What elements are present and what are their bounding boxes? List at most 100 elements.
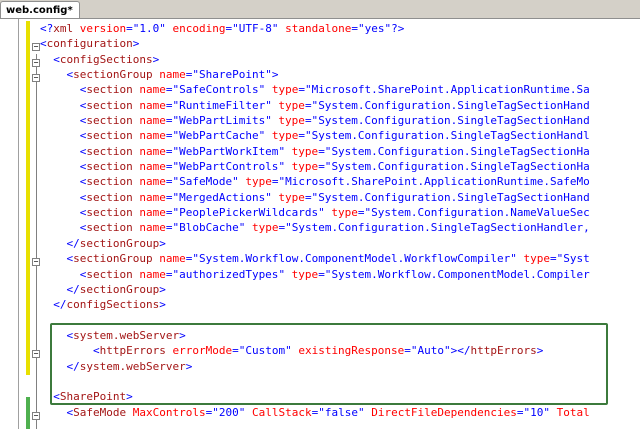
code-token: section bbox=[86, 221, 133, 235]
code-token: System.Configuration.SingleTagSectionHan… bbox=[311, 129, 590, 143]
code-line[interactable]: <configuration> bbox=[40, 36, 590, 51]
code-line[interactable]: <section name="WebPartCache" type="Syste… bbox=[40, 128, 590, 143]
code-token: < bbox=[40, 190, 87, 204]
code-token: section bbox=[86, 160, 133, 174]
code-token: SafeControls bbox=[179, 83, 259, 97]
code-line[interactable]: <section name="WebPartControls" type="Sy… bbox=[40, 159, 590, 174]
code-token: </ bbox=[40, 298, 67, 312]
code-line[interactable]: <section name="RuntimeFilter" type="Syst… bbox=[40, 98, 590, 113]
code-line[interactable]: <sectionGroup name="SharePoint"> bbox=[40, 67, 590, 82]
code-token: < bbox=[40, 206, 87, 220]
code-line[interactable]: <configSections> bbox=[40, 52, 590, 67]
code-token: < bbox=[40, 52, 60, 66]
code-token: =" bbox=[165, 144, 180, 158]
code-token: =" bbox=[165, 98, 180, 112]
code-token: name bbox=[132, 221, 166, 235]
code-token: < bbox=[40, 175, 87, 189]
code-line[interactable]: <?xml version="1.0" encoding="UTF-8" sta… bbox=[40, 21, 590, 36]
code-line[interactable]: </sectionGroup> bbox=[40, 282, 590, 297]
code-token: =" bbox=[516, 405, 531, 419]
code-token: =" bbox=[278, 221, 292, 235]
code-token: configSections bbox=[66, 298, 160, 312]
code-token: < bbox=[40, 160, 87, 174]
collapse-icon[interactable]: − bbox=[32, 74, 40, 82]
code-line[interactable]: <section name="MergedActions" type="Syst… bbox=[40, 190, 590, 205]
code-token: type bbox=[265, 83, 299, 97]
collapse-icon[interactable]: − bbox=[32, 350, 40, 358]
code-token: WebPartControls bbox=[179, 160, 279, 174]
code-line[interactable]: <SafeMode MaxControls="200" CallStack="f… bbox=[40, 405, 589, 420]
code-token: System.Configuration.SingleTagSectionHa bbox=[331, 160, 590, 174]
code-token: </ bbox=[40, 282, 80, 296]
code-token: encoding bbox=[165, 22, 226, 35]
code-token: yes bbox=[364, 22, 385, 35]
code-token: > bbox=[159, 236, 166, 250]
code-token: name bbox=[132, 267, 166, 281]
code-token: "?> bbox=[384, 22, 405, 35]
code-token: =" bbox=[185, 252, 199, 266]
code-token: " bbox=[265, 114, 272, 128]
code-token: sectionGroup bbox=[79, 236, 160, 250]
code-token: 200 bbox=[218, 405, 239, 419]
code-token: type bbox=[285, 267, 319, 281]
change-marker bbox=[26, 397, 30, 429]
code-token: type bbox=[516, 252, 550, 266]
code-token: =" bbox=[165, 114, 180, 128]
code-token: type bbox=[271, 98, 305, 112]
code-line[interactable]: <sectionGroup name="System.Workflow.Comp… bbox=[40, 251, 590, 266]
code-line[interactable]: </configSections> bbox=[40, 297, 590, 312]
code-token: =" bbox=[165, 175, 180, 189]
collapse-icon[interactable]: − bbox=[32, 258, 40, 266]
code-token: System.Workflow.ComponentModel.WorkflowC… bbox=[198, 252, 511, 266]
code-token: < bbox=[40, 98, 87, 112]
code-token: authorizedTypes bbox=[179, 267, 279, 281]
code-line[interactable]: <section name="BlobCache" type="System.C… bbox=[40, 220, 590, 235]
code-line[interactable]: <section name="SafeControls" type="Micro… bbox=[40, 82, 590, 97]
code-token: section bbox=[86, 129, 133, 143]
code-line[interactable]: <section name="WebPartLimits" type="Syst… bbox=[40, 113, 590, 128]
code-token: DirectFileDependencies bbox=[364, 405, 517, 419]
code-token: section bbox=[86, 267, 133, 281]
code-token: type bbox=[285, 144, 319, 158]
code-token: System.Configuration.SingleTagSectionHa bbox=[331, 144, 590, 158]
code-token: " bbox=[357, 405, 365, 419]
code-token: =" bbox=[165, 221, 180, 235]
code-token: =" bbox=[165, 190, 180, 204]
code-line[interactable]: <section name="WebPartWorkItem" type="Sy… bbox=[40, 144, 590, 159]
code-token: =" bbox=[304, 114, 319, 128]
code-line[interactable]: </sectionGroup> bbox=[40, 236, 590, 251]
collapse-icon[interactable]: − bbox=[32, 59, 40, 67]
code-token: name bbox=[132, 114, 166, 128]
code-token: MaxControls bbox=[126, 405, 206, 419]
code-token: standalone bbox=[278, 22, 352, 35]
code-line[interactable]: <section name="authorizedTypes" type="Sy… bbox=[40, 267, 590, 282]
code-token: =" bbox=[318, 267, 332, 281]
code-token: < bbox=[40, 68, 74, 82]
code-editor[interactable]: − − − − − − <?xml version="1.0" encoding… bbox=[0, 18, 640, 429]
code-line[interactable]: <section name="PeoplePickerWildcards" ty… bbox=[40, 205, 590, 220]
code-token: =" bbox=[225, 22, 239, 35]
code-token: " bbox=[510, 252, 517, 266]
code-line[interactable]: <section name="SafeMode" type="Microsoft… bbox=[40, 174, 590, 189]
code-token: =" bbox=[185, 68, 199, 82]
code-token: configuration bbox=[46, 37, 133, 51]
code-token: SafeMode bbox=[73, 405, 127, 419]
code-token: SharePoint bbox=[198, 68, 266, 82]
collapse-icon[interactable]: − bbox=[32, 43, 40, 51]
code-token: section bbox=[86, 175, 133, 189]
code-token: > bbox=[159, 298, 166, 312]
code-token: CallStack bbox=[245, 405, 312, 419]
code-token: System.Configuration.SingleTagSectionHan… bbox=[318, 114, 590, 128]
code-token: =" bbox=[298, 129, 312, 143]
code-token: sectionGroup bbox=[73, 68, 153, 82]
code-token: < bbox=[40, 83, 87, 97]
code-token: sectionGroup bbox=[79, 282, 160, 296]
code-token: =" bbox=[550, 252, 564, 266]
code-token: Microsoft.SharePoint.ApplicationRuntime.… bbox=[285, 175, 590, 189]
editor-gutter bbox=[0, 19, 28, 429]
code-token: =" bbox=[126, 22, 140, 35]
code-token: type bbox=[285, 160, 319, 174]
collapse-icon[interactable]: − bbox=[32, 412, 40, 420]
tab-web-config[interactable]: web.config* bbox=[0, 1, 80, 18]
code-token: 10 bbox=[530, 405, 544, 419]
